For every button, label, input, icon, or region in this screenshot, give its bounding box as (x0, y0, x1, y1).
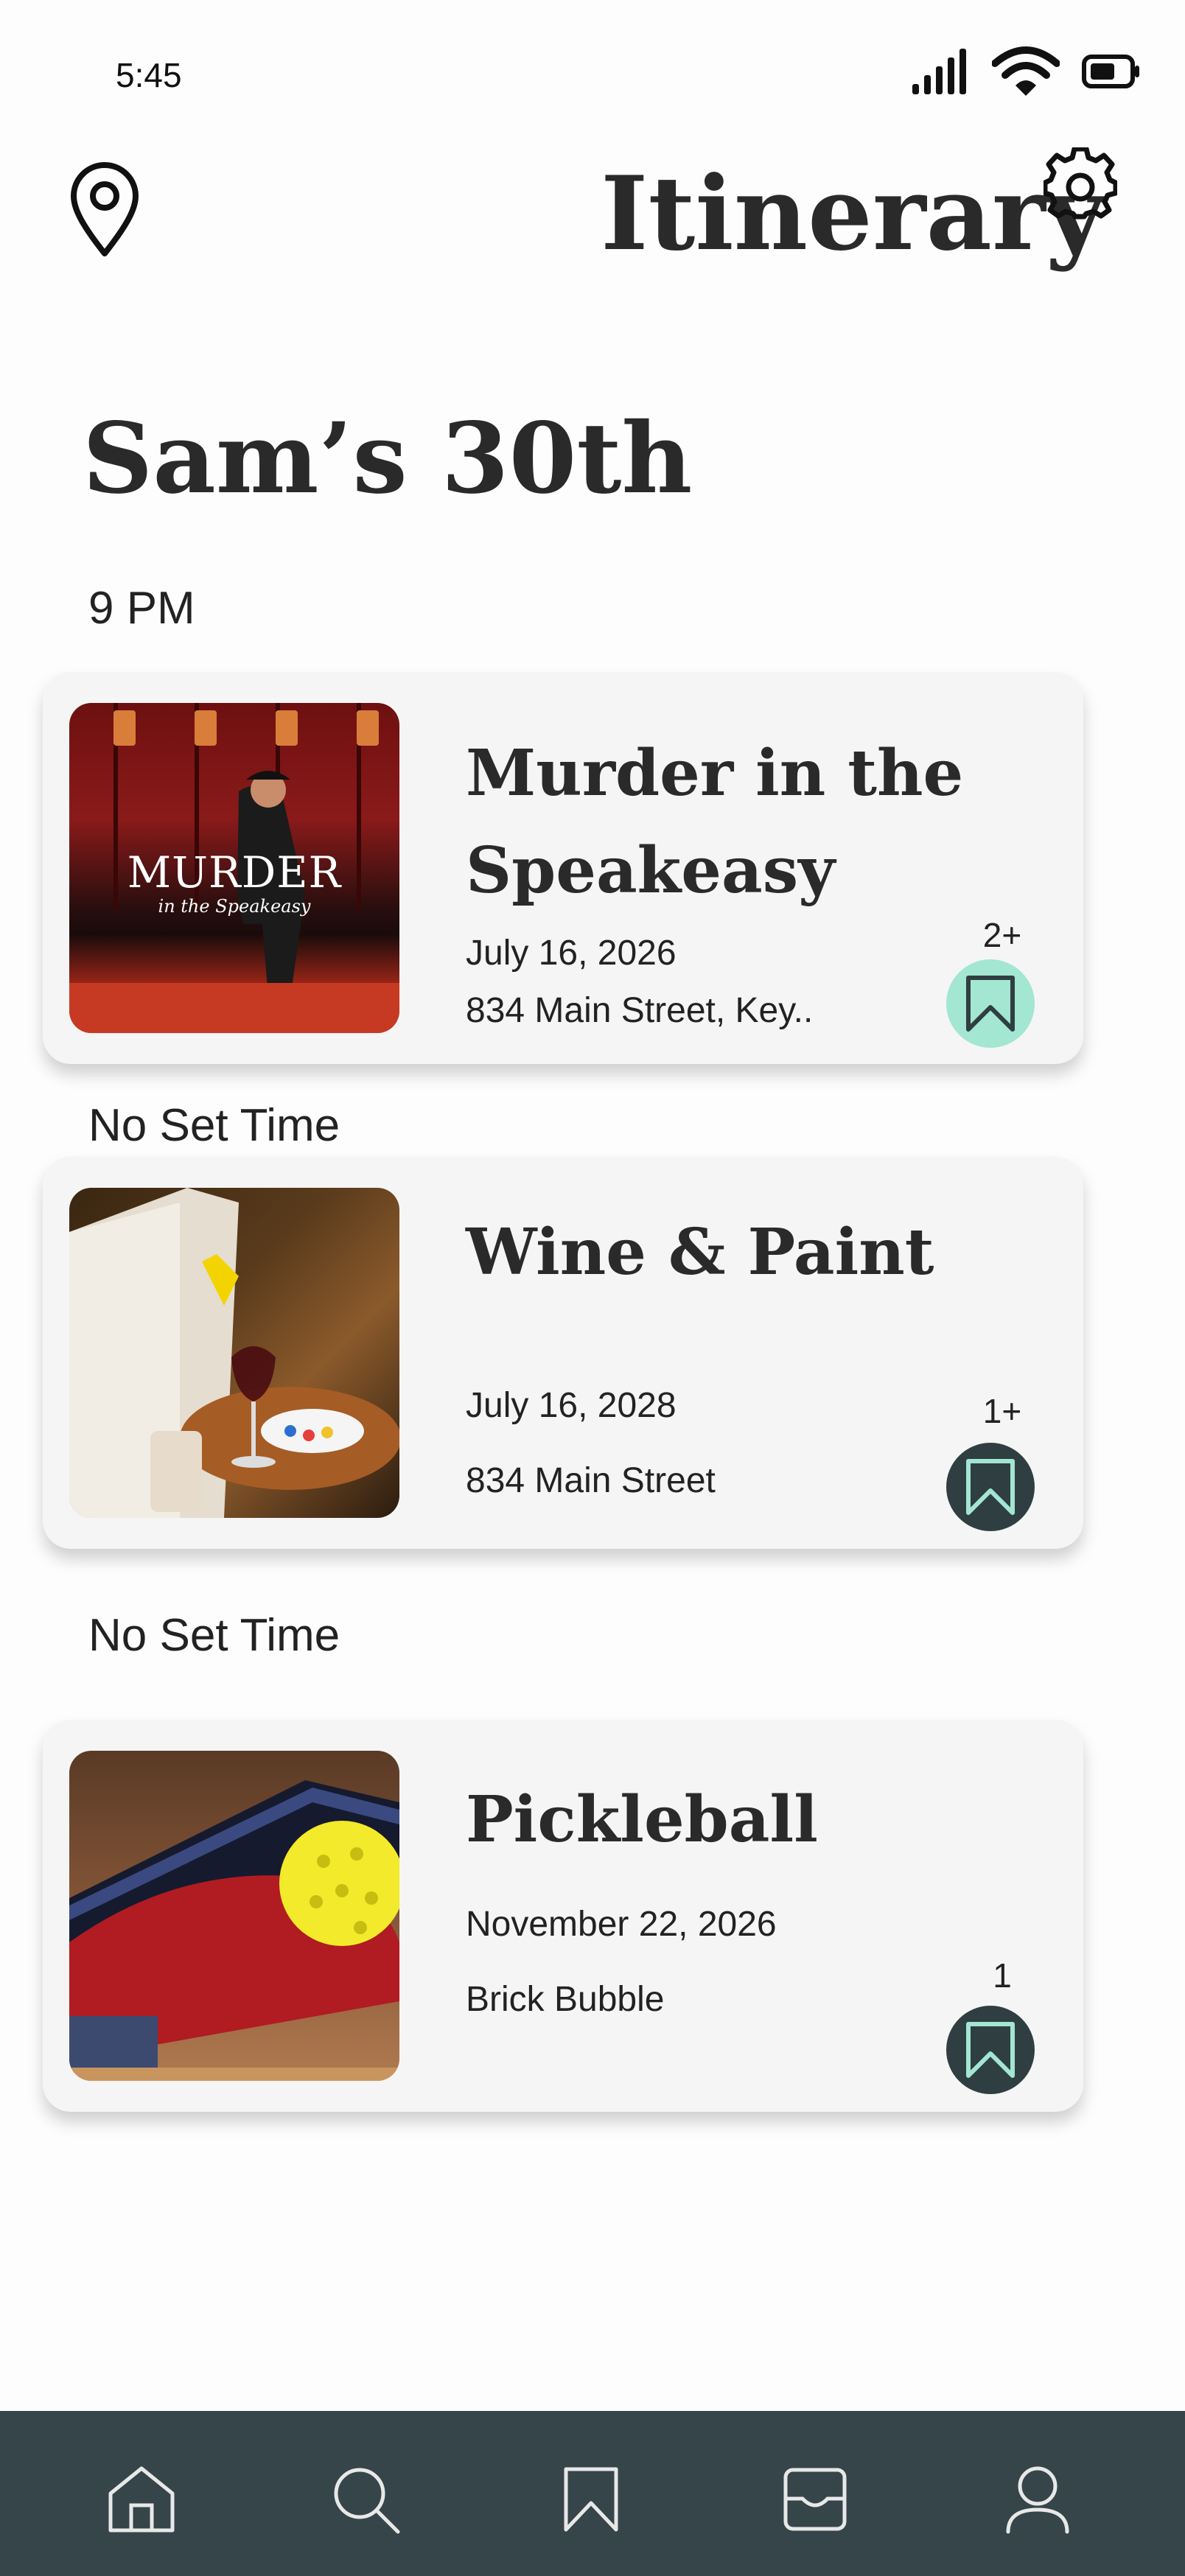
settings-gear-icon[interactable] (1042, 146, 1119, 225)
status-icons (911, 46, 1141, 97)
home-icon (108, 2466, 175, 2533)
bookmark-icon (564, 2467, 618, 2532)
nav-saved[interactable] (554, 2463, 628, 2536)
event-thumbnail: MURDER in the Speakeasy (69, 703, 399, 1033)
nav-profile[interactable] (1001, 2463, 1074, 2536)
time-label: 9 PM (88, 583, 195, 634)
status-time: 5:45 (116, 56, 182, 94)
card-location: Brick Bubble (466, 1980, 665, 2019)
attendee-count: 1+ (982, 1392, 1022, 1430)
itinerary-card-murder[interactable]: MURDER in the Speakeasy Murder in the Sp… (43, 672, 1083, 1064)
attendee-count: 1 (993, 1956, 1012, 1995)
event-name: Sam’s 30th (83, 402, 693, 516)
signal-icon (912, 49, 966, 94)
card-title: Wine & Paint (466, 1215, 934, 1289)
card-date: July 16, 2026 (466, 934, 677, 973)
thumbnail-caption: MURDER (127, 847, 342, 897)
event-thumbnail (69, 1188, 399, 1518)
bookmark-icon (966, 2022, 1015, 2078)
attendee-count: 2+ (982, 916, 1022, 954)
bookmark-button[interactable] (946, 1443, 1035, 1531)
inbox-icon (783, 2468, 847, 2531)
thumbnail-subcaption: in the Speakeasy (158, 896, 311, 917)
bookmark-button[interactable] (946, 959, 1035, 1048)
bookmark-icon (966, 976, 1015, 1032)
time-label: No Set Time (88, 1100, 340, 1151)
card-date: November 22, 2026 (466, 1905, 777, 1944)
card-title-line1: Murder in the (466, 736, 964, 811)
battery-icon (1082, 55, 1139, 88)
card-title-line2: Speakeasy (466, 833, 836, 908)
bottom-nav (0, 2411, 1185, 2576)
card-title: Pickleball (466, 1782, 818, 1857)
page-title: Itinerary (601, 153, 1105, 273)
card-location: 834 Main Street, Key.. (466, 991, 814, 1030)
nav-inbox[interactable] (778, 2463, 852, 2536)
itinerary-card-wine-paint[interactable]: Wine & Paint July 16, 2028 834 Main Stre… (43, 1157, 1083, 1549)
bookmark-button[interactable] (946, 2006, 1035, 2094)
nav-search[interactable] (329, 2463, 402, 2536)
time-label: No Set Time (88, 1610, 340, 1661)
profile-icon (1006, 2466, 1069, 2534)
itinerary-card-pickleball[interactable]: Pickleball November 22, 2026 Brick Bubbl… (43, 1720, 1083, 2112)
nav-home[interactable] (105, 2463, 178, 2536)
card-location: 834 Main Street (466, 1461, 716, 1500)
wifi-icon (992, 46, 1060, 96)
event-thumbnail (69, 1751, 399, 2081)
card-date: July 16, 2028 (466, 1386, 677, 1425)
bookmark-icon (966, 1459, 1015, 1515)
search-icon (334, 2468, 400, 2534)
location-pin-icon[interactable] (68, 162, 141, 262)
